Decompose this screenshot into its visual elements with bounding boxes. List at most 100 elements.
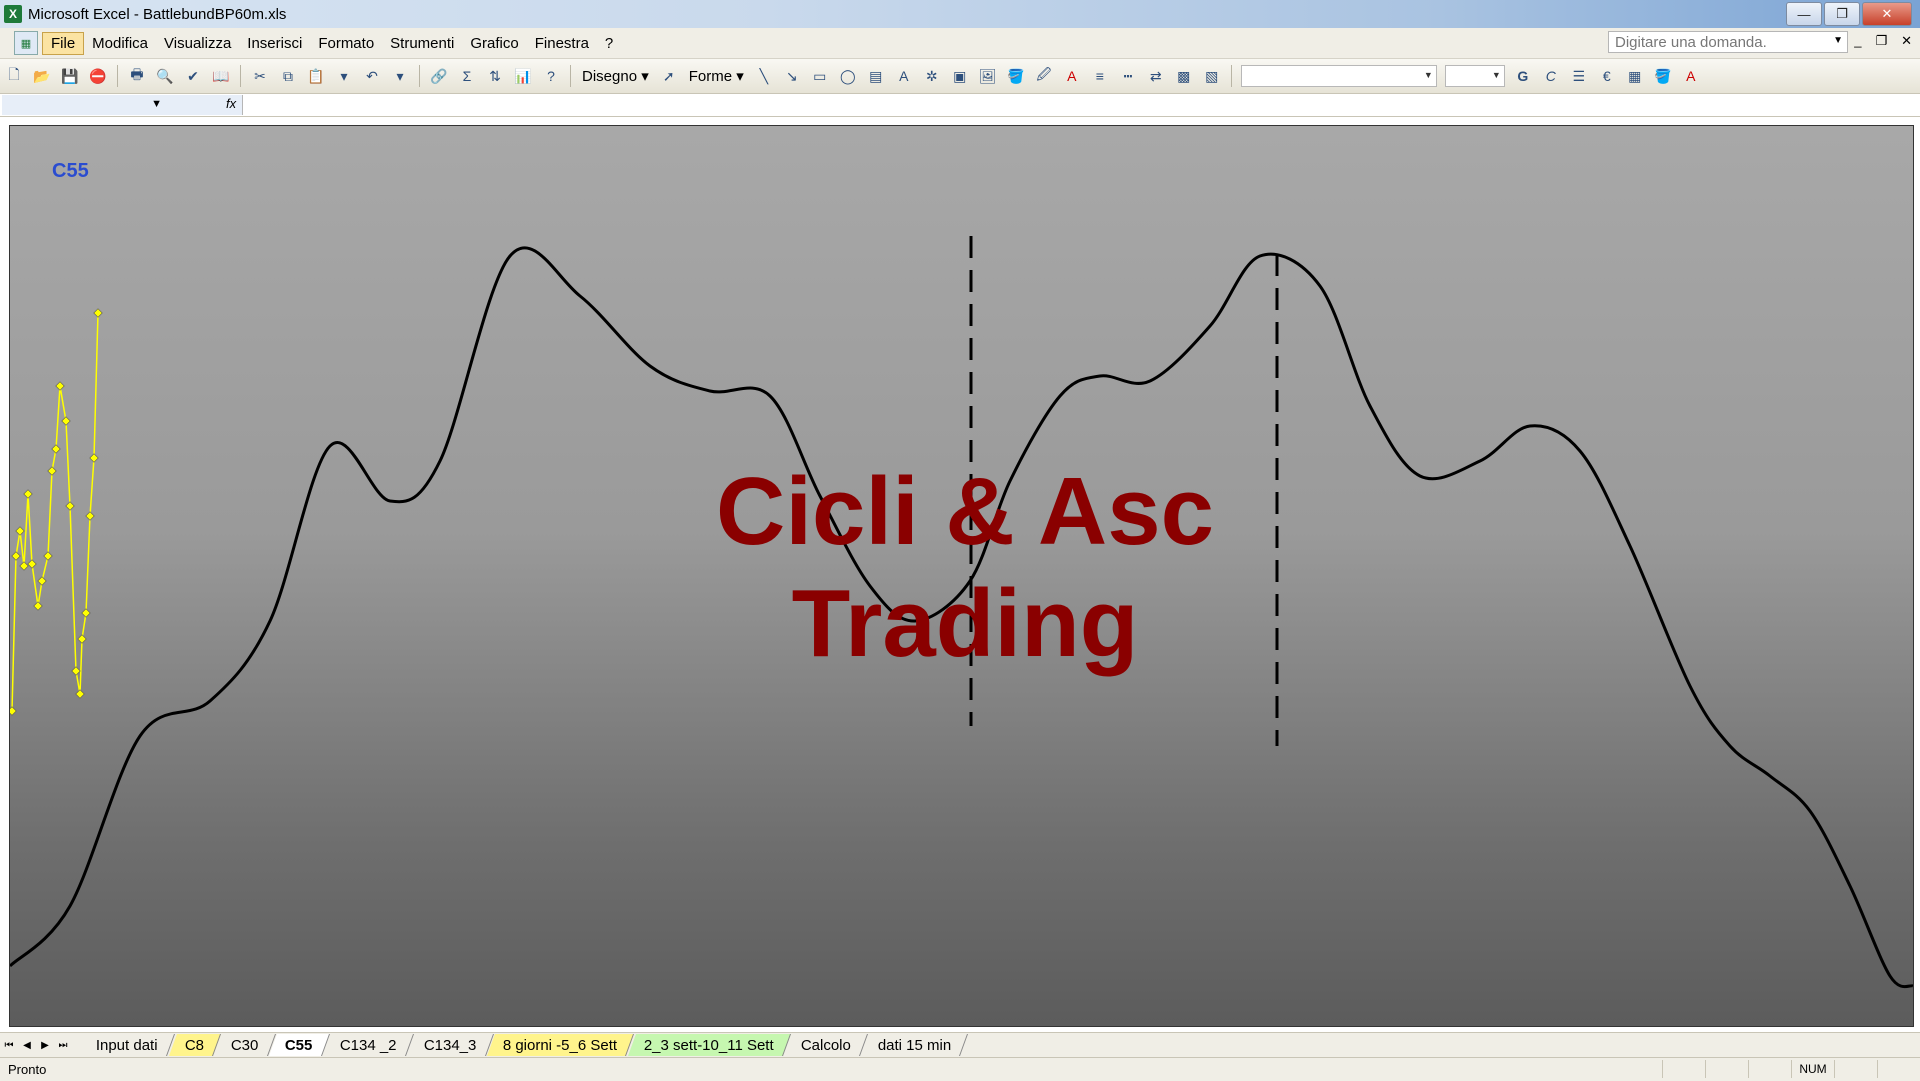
shadow-icon[interactable]: ▩ <box>1173 65 1195 87</box>
doc-restore-icon[interactable]: ❐ <box>1875 33 1887 49</box>
doc-close-icon[interactable]: ✕ <box>1901 33 1912 49</box>
price-marker[interactable] <box>71 666 81 676</box>
bold-button[interactable]: G <box>1512 65 1534 87</box>
draw-menu[interactable]: Disegno ▾ <box>576 67 655 86</box>
sheet-tab-7[interactable]: 2_3 sett-10_11 Sett <box>628 1034 792 1056</box>
menu-strumenti[interactable]: Strumenti <box>382 33 462 54</box>
font-name-combo[interactable]: ▼ <box>1240 65 1437 87</box>
select-pointer-icon[interactable]: ➚ <box>658 65 680 87</box>
sheet-tab-1[interactable]: C8 <box>168 1034 221 1056</box>
menu-modifica[interactable]: Modifica <box>84 33 156 54</box>
restore-button[interactable]: ❐ <box>1824 2 1860 26</box>
chevron-down-icon[interactable]: ▼ <box>151 98 162 110</box>
price-marker[interactable] <box>10 706 17 716</box>
chevron-down-icon[interactable]: ▼ <box>1424 70 1433 80</box>
next-sheet-icon[interactable]: ▶ <box>36 1040 54 1051</box>
fill-color-icon[interactable]: 🪣 <box>1652 65 1674 87</box>
picture-icon[interactable]: 🖼 <box>977 65 999 87</box>
euro-icon[interactable]: € <box>1596 65 1618 87</box>
price-marker[interactable] <box>93 308 103 318</box>
redo-icon[interactable]: ▾ <box>389 65 411 87</box>
permission-icon[interactable]: ⛔ <box>87 65 109 87</box>
font-color-icon[interactable]: A <box>1680 65 1702 87</box>
doc-minimize-icon[interactable]: _ <box>1854 33 1861 49</box>
format-painter-icon[interactable]: ▾ <box>333 65 355 87</box>
price-marker[interactable] <box>77 634 87 644</box>
price-marker[interactable] <box>11 551 21 561</box>
fill-color-icon[interactable]: 🪣 <box>1005 65 1027 87</box>
arrow-style-icon[interactable]: ⇄ <box>1145 65 1167 87</box>
menu-inserisci[interactable]: Inserisci <box>239 33 310 54</box>
sheet-tab-0[interactable]: Input dati <box>79 1034 175 1056</box>
last-sheet-icon[interactable]: ⏭ <box>54 1040 72 1051</box>
dash-style-icon[interactable]: ┅ <box>1117 65 1139 87</box>
sheet-tab-2[interactable]: C30 <box>214 1034 276 1056</box>
price-marker[interactable] <box>89 453 99 463</box>
menu-formato[interactable]: Formato <box>310 33 382 54</box>
autosum-icon[interactable]: Σ <box>456 65 478 87</box>
line-icon[interactable]: ╲ <box>753 65 775 87</box>
3d-style-icon[interactable]: ▧ <box>1201 65 1223 87</box>
sheet-tab-8[interactable]: Calcolo <box>785 1034 869 1056</box>
shapes-menu[interactable]: Forme ▾ <box>683 67 750 86</box>
menu-file[interactable]: File <box>42 31 85 55</box>
menu-help[interactable]: ? <box>597 33 621 54</box>
price-marker[interactable] <box>81 608 91 618</box>
oval-icon[interactable]: ◯ <box>837 65 859 87</box>
rectangle-icon[interactable]: ▭ <box>809 65 831 87</box>
price-marker[interactable] <box>33 601 43 611</box>
line-color-icon[interactable]: 🖉 <box>1033 65 1055 87</box>
menu-grafico[interactable]: Grafico <box>462 33 526 54</box>
sheet-tab-9[interactable]: dati 15 min <box>862 1034 969 1056</box>
print-icon[interactable]: 🖶 <box>126 65 148 87</box>
menu-visualizza[interactable]: Visualizza <box>156 33 239 54</box>
prev-sheet-icon[interactable]: ◀ <box>18 1040 36 1051</box>
menu-finestra[interactable]: Finestra <box>527 33 597 54</box>
price-marker[interactable] <box>61 416 71 426</box>
paste-icon[interactable]: 📋 <box>305 65 327 87</box>
save-icon[interactable]: 💾 <box>59 65 81 87</box>
sort-icon[interactable]: ⇅ <box>484 65 506 87</box>
clipart-icon[interactable]: ▣ <box>949 65 971 87</box>
hyperlink-icon[interactable]: 🔗 <box>428 65 450 87</box>
price-marker[interactable] <box>65 501 75 511</box>
research-icon[interactable]: 📖 <box>210 65 232 87</box>
price-marker[interactable] <box>55 381 65 391</box>
price-marker[interactable] <box>51 444 61 454</box>
sheet-tab-4[interactable]: C134 _2 <box>323 1034 414 1056</box>
first-sheet-icon[interactable]: ⏮ <box>0 1040 18 1051</box>
chevron-down-icon[interactable]: ▼ <box>1833 35 1843 46</box>
chart-sheet-icon[interactable]: ▦ <box>14 31 38 55</box>
price-marker[interactable] <box>23 489 33 499</box>
sheet-tab-5[interactable]: C134_3 <box>407 1034 494 1056</box>
copy-icon[interactable]: ⧉ <box>277 65 299 87</box>
price-marker[interactable] <box>75 689 85 699</box>
print-preview-icon[interactable]: 🔍 <box>154 65 176 87</box>
align-center-icon[interactable]: ☰ <box>1568 65 1590 87</box>
new-document-icon[interactable]: 🗋 <box>3 65 25 87</box>
price-marker[interactable] <box>37 576 47 586</box>
font-color-icon[interactable]: A <box>1061 65 1083 87</box>
spelling-icon[interactable]: ✔ <box>182 65 204 87</box>
cut-icon[interactable]: ✂ <box>249 65 271 87</box>
textbox-icon[interactable]: ▤ <box>865 65 887 87</box>
name-box[interactable]: ▼ <box>2 95 243 115</box>
chart-wizard-icon[interactable]: 📊 <box>512 65 534 87</box>
diagram-icon[interactable]: ✲ <box>921 65 943 87</box>
price-marker[interactable] <box>19 561 29 571</box>
sheet-tab-3[interactable]: C55 <box>269 1034 330 1056</box>
price-marker[interactable] <box>47 466 57 476</box>
close-button[interactable]: ✕ <box>1862 2 1912 26</box>
chevron-down-icon[interactable]: ▼ <box>1492 70 1501 80</box>
chart-area[interactable]: C55 Cicli & Asc Trading <box>9 125 1914 1027</box>
open-folder-icon[interactable]: 📂 <box>31 65 53 87</box>
help-icon[interactable]: ? <box>540 65 562 87</box>
borders-icon[interactable]: ▦ <box>1624 65 1646 87</box>
font-size-combo[interactable]: ▼ <box>1444 65 1505 87</box>
sheet-tab-6[interactable]: 8 giorni -5_6 Sett <box>487 1034 635 1056</box>
undo-icon[interactable]: ↶ <box>361 65 383 87</box>
price-marker[interactable] <box>85 511 95 521</box>
price-line[interactable] <box>11 312 99 712</box>
ask-question-input[interactable]: Digitare una domanda. ▼ <box>1608 31 1848 53</box>
price-marker[interactable] <box>15 526 25 536</box>
